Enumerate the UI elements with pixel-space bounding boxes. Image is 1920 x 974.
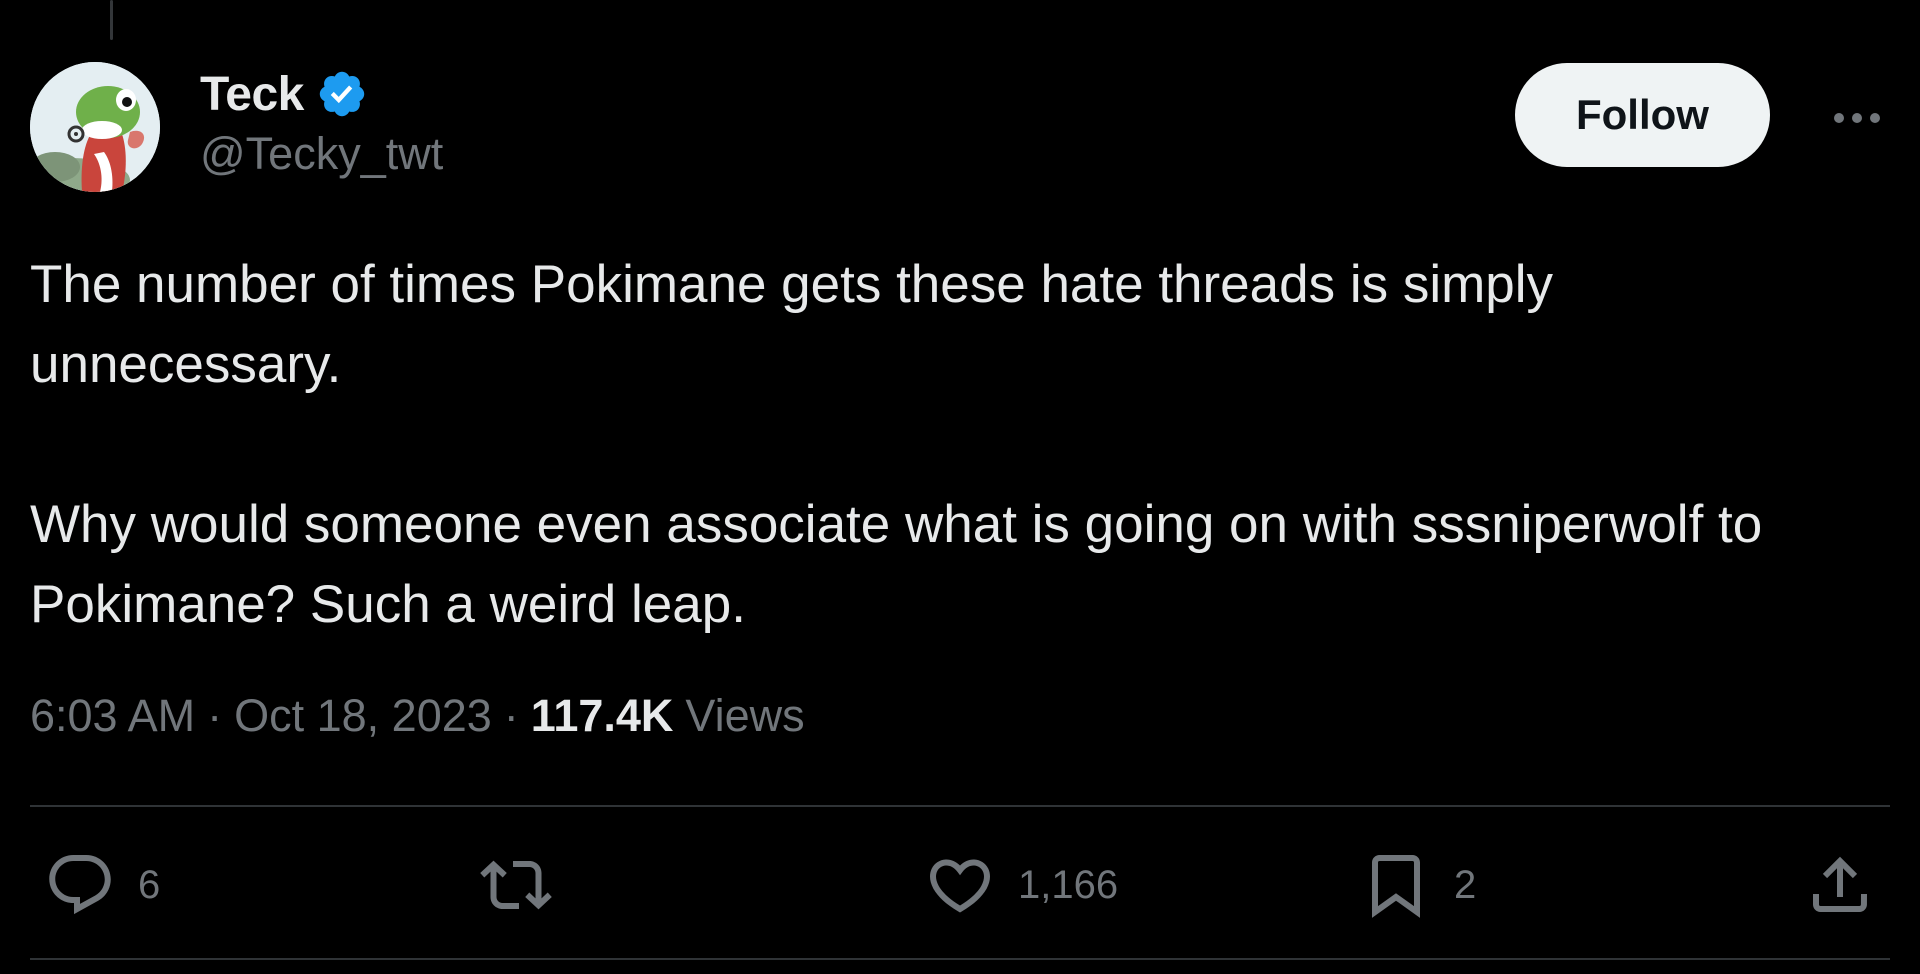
meta-separator: · <box>207 690 223 741</box>
avatar[interactable] <box>30 62 160 192</box>
display-name[interactable]: Teck <box>200 67 304 122</box>
retweet-button[interactable] <box>480 840 574 930</box>
more-dots-icon <box>1834 113 1880 123</box>
display-name-row: Teck <box>200 62 443 126</box>
thread-connector-line <box>110 0 113 40</box>
author-handle[interactable]: @Tecky_twt <box>200 128 443 180</box>
reply-count: 6 <box>138 862 161 907</box>
avatar-image <box>30 62 160 192</box>
tweet-text: The number of times Pokimane gets these … <box>30 245 1870 645</box>
divider <box>30 958 1890 960</box>
verified-badge-icon[interactable] <box>316 68 368 120</box>
views-label: Views <box>685 690 805 741</box>
share-icon <box>1813 856 1867 912</box>
divider <box>30 805 1890 807</box>
more-icon[interactable] <box>1829 90 1885 146</box>
like-button[interactable]: 1,166 <box>924 840 1118 930</box>
tweet-paragraph: The number of times Pokimane gets these … <box>30 255 1553 394</box>
bookmark-button[interactable]: 2 <box>1360 840 1476 930</box>
tweet-header: Teck @Tecky_twt Follow <box>30 62 1890 192</box>
tweet-time[interactable]: 6:03 AM <box>30 690 195 742</box>
author-block: Teck @Tecky_twt <box>200 62 443 180</box>
bookmark-count: 2 <box>1454 862 1477 907</box>
tweet-date[interactable]: Oct 18, 2023 <box>234 690 492 742</box>
tweet-meta: 6:03 AM · Oct 18, 2023 · 117.4K Views <box>30 690 805 742</box>
tweet-paragraph: Why would someone even associate what is… <box>30 495 1763 634</box>
follow-button[interactable]: Follow <box>1515 63 1770 167</box>
views-count: 117.4K <box>530 690 674 741</box>
share-button[interactable] <box>1804 840 1876 930</box>
meta-separator: · <box>503 690 519 741</box>
heart-icon <box>929 859 991 913</box>
retweet-icon <box>480 860 552 910</box>
reply-button[interactable]: 6 <box>44 840 160 930</box>
action-bar: 6 1,166 2 <box>0 840 1920 930</box>
like-count: 1,166 <box>1018 862 1119 907</box>
bookmark-icon <box>1372 855 1420 918</box>
reply-icon <box>49 855 111 915</box>
